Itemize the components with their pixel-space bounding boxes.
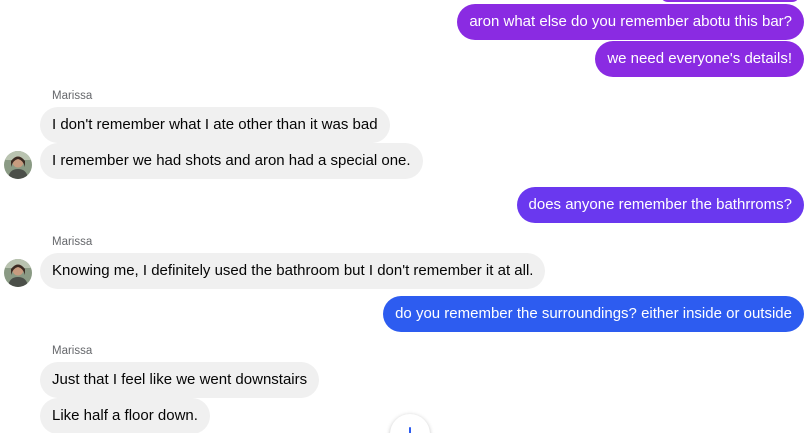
sender-name: Marissa <box>52 90 93 102</box>
sender-name: Marissa <box>52 236 93 248</box>
scroll-to-bottom-button[interactable] <box>390 414 430 433</box>
avatar-photo <box>4 259 32 287</box>
incoming-message[interactable]: Just that I feel like we went downstairs <box>40 362 320 398</box>
avatar-photo <box>4 151 32 179</box>
scroll-to-bottom-icon <box>409 427 411 433</box>
incoming-message[interactable]: I remember we had shots and aron had a s… <box>40 143 423 179</box>
outgoing-message[interactable]: does anyone remember the bathrroms? <box>516 187 804 223</box>
avatar[interactable] <box>4 259 32 287</box>
incoming-message[interactable]: Like half a floor down. <box>40 398 210 433</box>
incoming-message[interactable]: I don't remember what I ate other than i… <box>40 107 390 143</box>
message-thread: aron what else do you remember abotu thi… <box>0 0 810 433</box>
outgoing-message[interactable]: we need everyone's details! <box>595 41 804 77</box>
outgoing-message[interactable]: aron what else do you remember abotu thi… <box>457 4 804 40</box>
previous-message-bubble <box>660 0 800 2</box>
outgoing-message[interactable]: do you remember the surroundings? either… <box>383 296 804 332</box>
incoming-message[interactable]: Knowing me, I definitely used the bathro… <box>40 253 546 289</box>
avatar[interactable] <box>4 151 32 179</box>
sender-name: Marissa <box>52 345 93 357</box>
